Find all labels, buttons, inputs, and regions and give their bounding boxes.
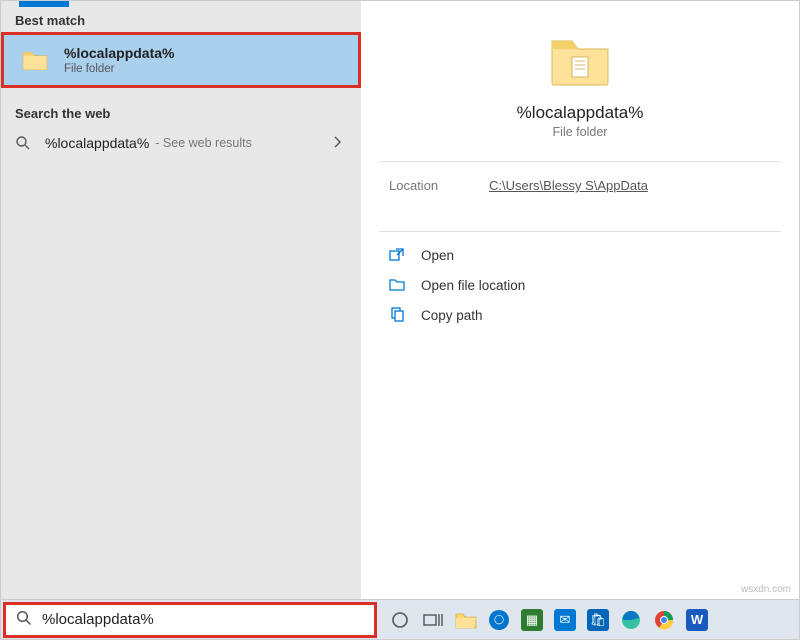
cortana-icon[interactable] bbox=[385, 605, 415, 635]
result-title: %localappdata% bbox=[64, 45, 174, 61]
search-icon bbox=[15, 135, 31, 151]
open-location-label: Open file location bbox=[421, 278, 525, 293]
open-action[interactable]: Open bbox=[379, 240, 781, 270]
location-label: Location bbox=[389, 178, 489, 193]
taskbar-app-green[interactable]: ▦ bbox=[517, 605, 547, 635]
web-result-suffix: - See web results bbox=[155, 136, 252, 150]
taskbar: ◯ ▦ ✉ 🛍 W bbox=[0, 600, 800, 640]
chrome-icon[interactable] bbox=[649, 605, 679, 635]
taskbar-icons: ◯ ▦ ✉ 🛍 W bbox=[385, 605, 712, 635]
copy-icon bbox=[389, 307, 405, 323]
web-result-title: %localappdata% bbox=[45, 135, 149, 151]
results-pane: Best match %localappdata% File folder Se… bbox=[1, 1, 361, 599]
location-link[interactable]: C:\Users\Blessy S\AppData bbox=[489, 178, 648, 193]
action-list: Open Open file location Copy path bbox=[379, 232, 781, 330]
location-row: Location C:\Users\Blessy S\AppData bbox=[379, 162, 781, 209]
open-label: Open bbox=[421, 248, 454, 263]
taskbar-app-mail[interactable]: ✉ bbox=[550, 605, 580, 635]
chevron-right-icon bbox=[334, 135, 347, 151]
open-location-action[interactable]: Open file location bbox=[379, 270, 781, 300]
folder-open-icon bbox=[389, 277, 405, 293]
folder-icon-large bbox=[548, 33, 612, 89]
result-text: %localappdata% File folder bbox=[64, 45, 174, 75]
copy-path-label: Copy path bbox=[421, 308, 483, 323]
preview-header: %localappdata% File folder bbox=[379, 19, 781, 139]
preview-subtitle: File folder bbox=[553, 125, 608, 139]
search-panel: Best match %localappdata% File folder Se… bbox=[0, 0, 800, 600]
taskbar-app-store[interactable]: 🛍 bbox=[583, 605, 613, 635]
web-result-item[interactable]: %localappdata% - See web results bbox=[1, 127, 361, 159]
search-icon bbox=[16, 610, 32, 629]
folder-icon bbox=[22, 49, 48, 71]
task-view-icon[interactable] bbox=[418, 605, 448, 635]
watermark: wsxdn.com bbox=[741, 584, 791, 595]
taskbar-app-dell[interactable]: ◯ bbox=[484, 605, 514, 635]
taskbar-search-box[interactable] bbox=[3, 602, 377, 638]
open-icon bbox=[389, 247, 405, 263]
search-web-header: Search the web bbox=[1, 90, 361, 127]
search-input[interactable] bbox=[42, 611, 364, 628]
preview-pane: %localappdata% File folder Location C:\U… bbox=[361, 1, 799, 599]
edge-icon[interactable] bbox=[616, 605, 646, 635]
file-explorer-icon[interactable] bbox=[451, 605, 481, 635]
copy-path-action[interactable]: Copy path bbox=[379, 300, 781, 330]
preview-title: %localappdata% bbox=[517, 103, 644, 123]
best-match-result[interactable]: %localappdata% File folder bbox=[1, 32, 361, 88]
result-subtitle: File folder bbox=[64, 63, 174, 75]
best-match-header: Best match bbox=[1, 7, 361, 32]
word-icon[interactable]: W bbox=[682, 605, 712, 635]
